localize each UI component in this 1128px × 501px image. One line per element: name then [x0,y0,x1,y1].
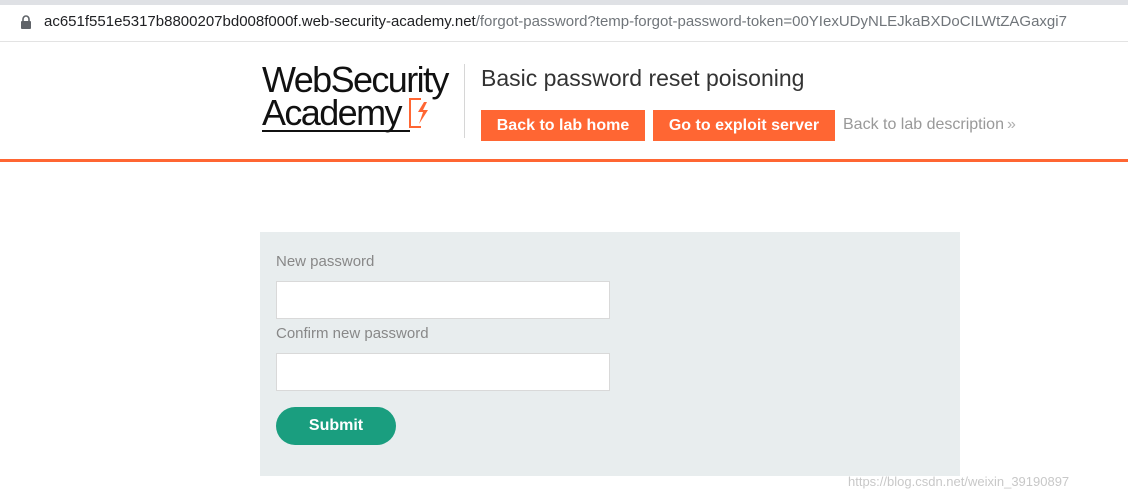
lightning-bolt-icon [409,98,428,128]
confirm-password-input[interactable] [276,353,610,391]
back-to-lab-description-link[interactable]: Back to lab description» [843,116,1016,134]
double-chevron-right-icon: » [1006,116,1016,133]
confirm-password-label: Confirm new password [276,325,429,342]
go-to-exploit-server-button[interactable]: Go to exploit server [653,110,835,141]
submit-button[interactable]: Submit [276,407,396,445]
lock-icon [21,15,31,29]
logo-underline [262,130,410,132]
back-to-lab-home-button[interactable]: Back to lab home [481,110,645,141]
header-orange-rule [0,159,1128,162]
url-path: /forgot-password?temp-forgot-password-to… [475,13,1067,30]
web-security-academy-logo[interactable]: WebSecurity Academy [262,62,462,138]
url-text[interactable]: ac651f551e5317b8800207bd008f000f.web-sec… [44,13,1067,30]
new-password-label: New password [276,253,375,270]
lab-title: Basic password reset poisoning [481,65,805,91]
watermark-text: https://blog.csdn.net/weixin_39190897 [848,474,1070,489]
new-password-input[interactable] [276,281,610,319]
back-to-lab-description-label: Back to lab description [843,116,1004,133]
header-divider [464,64,465,138]
url-domain: ac651f551e5317b8800207bd008f000f.web-sec… [44,13,476,30]
browser-chrome-strip [0,0,1128,5]
logo-line2: Academy [262,92,402,133]
browser-address-bar[interactable]: ac651f551e5317b8800207bd008f000f.web-sec… [0,0,1128,42]
